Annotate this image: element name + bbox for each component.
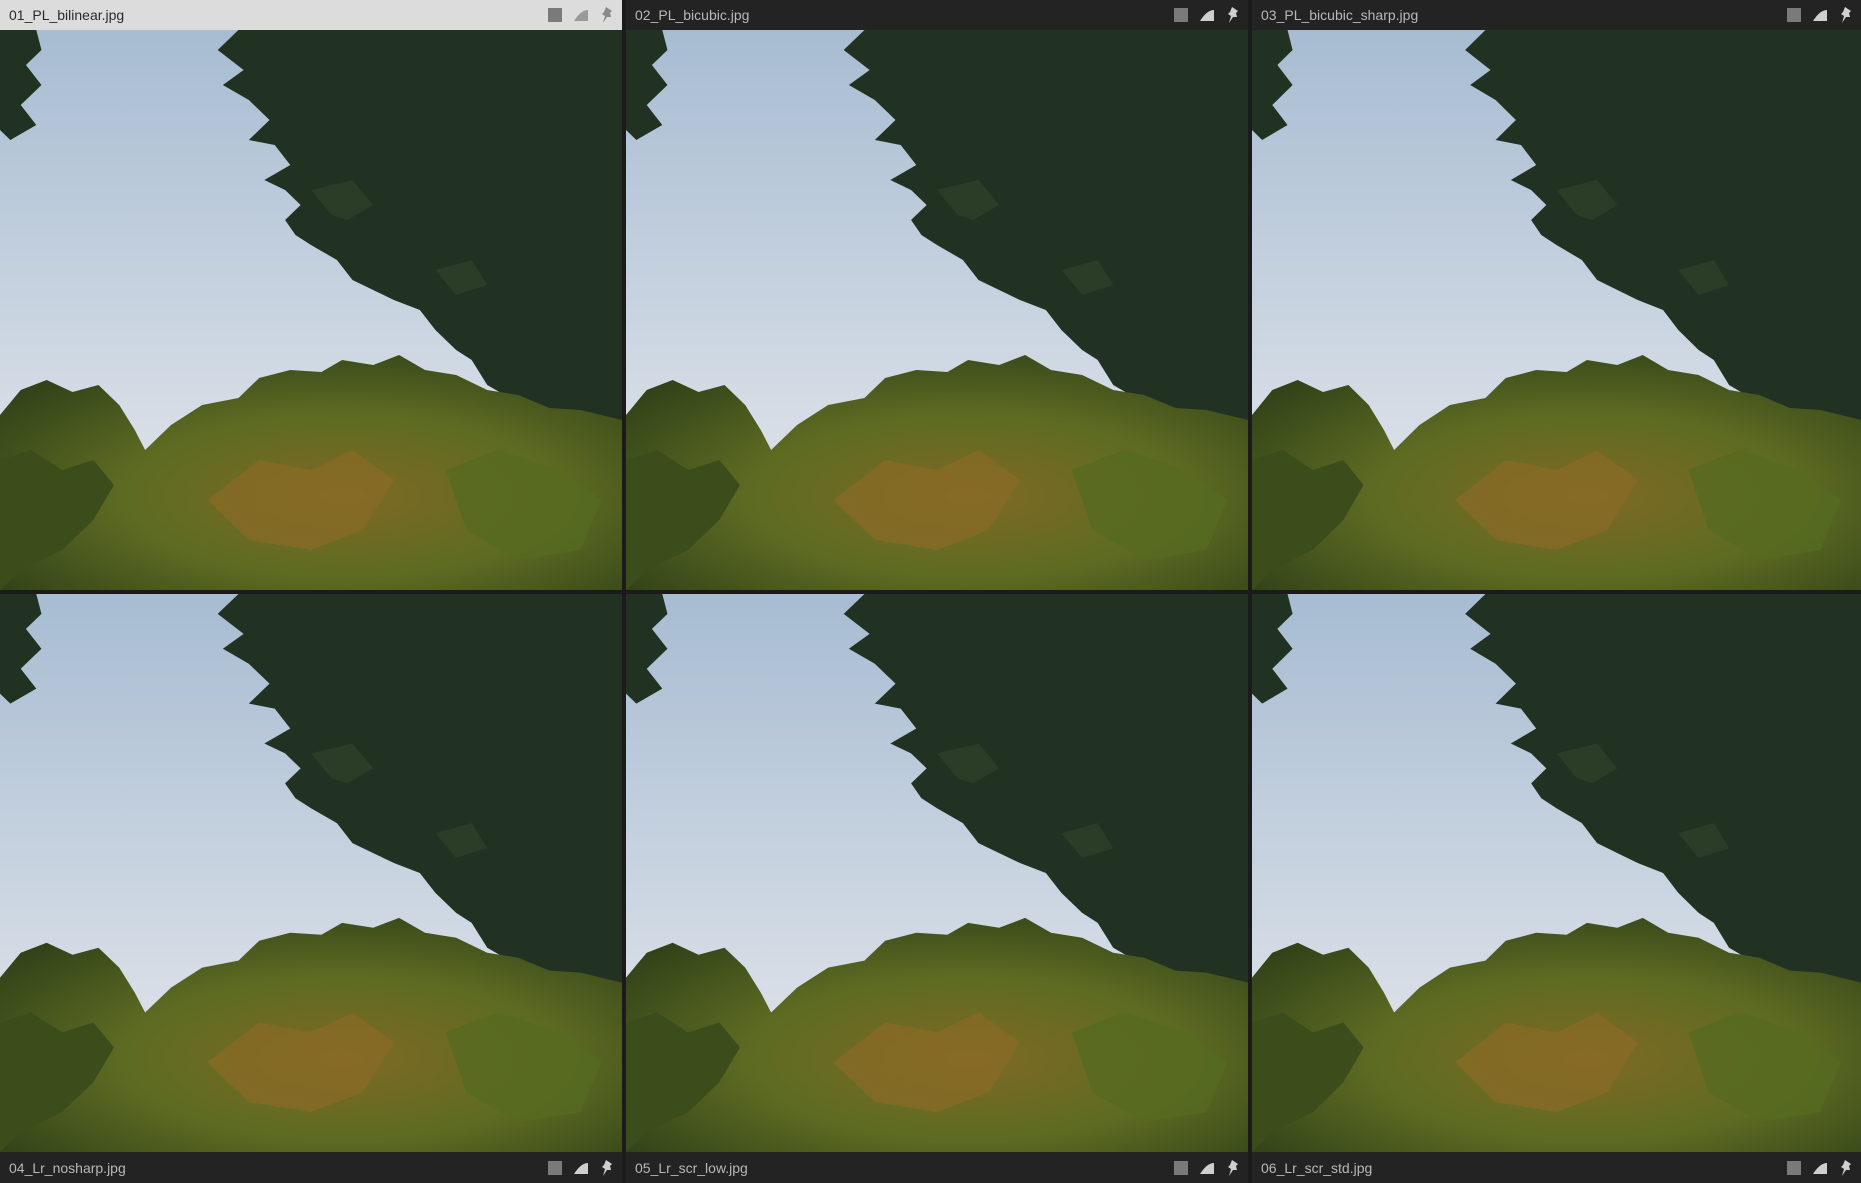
image-panel-3[interactable]: 03_PL_bicubic_sharp.jpg xyxy=(1252,0,1861,590)
landscape-photo xyxy=(0,594,622,1152)
square-icon[interactable] xyxy=(1785,1159,1803,1177)
panel-title-bar-3[interactable]: 03_PL_bicubic_sharp.jpg xyxy=(1252,0,1861,30)
square-icon[interactable] xyxy=(1172,1159,1190,1177)
pin-icon[interactable] xyxy=(598,6,616,24)
panel-title-bar-4[interactable]: 04_Lr_nosharp.jpg xyxy=(0,1152,622,1183)
compare-icon[interactable] xyxy=(1198,1159,1216,1177)
image-view-3[interactable] xyxy=(1252,30,1861,590)
square-icon[interactable] xyxy=(1785,6,1803,24)
image-panel-5[interactable]: 05_Lr_scr_low.jpg xyxy=(626,594,1248,1183)
compare-icon[interactable] xyxy=(1811,6,1829,24)
panel-title-bar-1[interactable]: 01_PL_bilinear.jpg xyxy=(0,0,622,30)
pin-icon[interactable] xyxy=(598,1159,616,1177)
pin-icon[interactable] xyxy=(1837,1159,1855,1177)
panel-title-bar-6[interactable]: 06_Lr_scr_std.jpg xyxy=(1252,1152,1861,1183)
square-icon[interactable] xyxy=(1172,6,1190,24)
image-comparison-grid: 01_PL_bilinear.jpg 02_PL_bicubic.jpg 03_… xyxy=(0,0,1861,1183)
pin-icon[interactable] xyxy=(1837,6,1855,24)
landscape-photo xyxy=(626,594,1248,1152)
pin-icon[interactable] xyxy=(1224,1159,1242,1177)
image-view-5[interactable] xyxy=(626,594,1248,1152)
image-view-2[interactable] xyxy=(626,30,1248,590)
landscape-photo xyxy=(0,30,622,590)
image-panel-4[interactable]: 04_Lr_nosharp.jpg xyxy=(0,594,622,1183)
compare-icon[interactable] xyxy=(1198,6,1216,24)
panel-filename: 05_Lr_scr_low.jpg xyxy=(635,1159,748,1176)
image-panel-1[interactable]: 01_PL_bilinear.jpg xyxy=(0,0,622,590)
panel-filename: 06_Lr_scr_std.jpg xyxy=(1261,1159,1373,1176)
image-panel-6[interactable]: 06_Lr_scr_std.jpg xyxy=(1252,594,1861,1183)
image-view-4[interactable] xyxy=(0,594,622,1152)
panel-filename: 04_Lr_nosharp.jpg xyxy=(9,1159,126,1176)
compare-icon[interactable] xyxy=(1811,1159,1829,1177)
pin-icon[interactable] xyxy=(1224,6,1242,24)
image-view-1[interactable] xyxy=(0,30,622,590)
panel-filename: 02_PL_bicubic.jpg xyxy=(635,7,750,23)
square-icon[interactable] xyxy=(546,1159,564,1177)
panel-filename: 03_PL_bicubic_sharp.jpg xyxy=(1261,7,1419,23)
panel-filename: 01_PL_bilinear.jpg xyxy=(9,7,125,23)
panel-title-bar-2[interactable]: 02_PL_bicubic.jpg xyxy=(626,0,1248,30)
landscape-photo xyxy=(1252,594,1861,1152)
landscape-photo xyxy=(1252,30,1861,590)
image-panel-2[interactable]: 02_PL_bicubic.jpg xyxy=(626,0,1248,590)
landscape-photo xyxy=(626,30,1248,590)
compare-icon[interactable] xyxy=(572,6,590,24)
image-view-6[interactable] xyxy=(1252,594,1861,1152)
panel-title-bar-5[interactable]: 05_Lr_scr_low.jpg xyxy=(626,1152,1248,1183)
compare-icon[interactable] xyxy=(572,1159,590,1177)
square-icon[interactable] xyxy=(546,6,564,24)
